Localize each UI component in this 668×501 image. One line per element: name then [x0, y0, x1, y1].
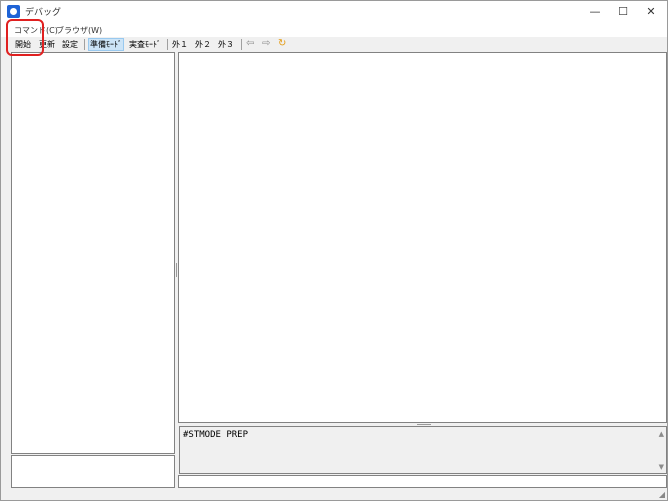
tree-panel[interactable] — [11, 52, 175, 454]
window-title: デバッグ — [25, 8, 62, 18]
exec-mode-button[interactable]: 実査ﾓｰﾄﾞ — [128, 38, 162, 51]
out1-button[interactable]: 外１ — [171, 38, 189, 51]
app-icon — [7, 5, 20, 18]
toolbar-separator — [167, 39, 168, 50]
vertical-splitter[interactable] — [176, 263, 177, 277]
scroll-down-icon[interactable]: ▼ — [659, 463, 664, 471]
log-panel[interactable]: #STMODE PREP ▲ ▼ — [179, 426, 667, 474]
sub-panel[interactable] — [11, 455, 175, 488]
out3-button[interactable]: 外３ — [217, 38, 235, 51]
toolbar-separator — [84, 39, 85, 50]
debug-window: デバッグ — ☐ ✕ コマンド(C) ブラウザ(W) 開始 更新 設定 準備ﾓｰ… — [0, 0, 668, 501]
close-button[interactable]: ✕ — [635, 1, 667, 23]
log-text: #STMODE PREP — [183, 430, 249, 440]
resize-grip-icon[interactable]: ◢ — [659, 490, 665, 499]
toolbar-separator — [241, 39, 242, 50]
browser-panel[interactable] — [178, 52, 667, 423]
out2-button[interactable]: 外２ — [194, 38, 212, 51]
forward-arrow-icon[interactable]: ⇨ — [262, 38, 270, 49]
refresh-icon[interactable]: ↻ — [278, 38, 286, 49]
highlight-annotation — [6, 19, 44, 56]
settings-button[interactable]: 設定 — [61, 38, 79, 51]
prep-mode-button[interactable]: 準備ﾓｰﾄﾞ — [88, 38, 124, 51]
command-input[interactable] — [178, 475, 667, 488]
menu-browser[interactable]: ブラウザ(W) — [56, 25, 102, 36]
status-bar: ◢ — [1, 489, 667, 500]
back-arrow-icon[interactable]: ⇦ — [246, 38, 254, 49]
menu-bar: コマンド(C) ブラウザ(W) — [1, 23, 667, 37]
title-bar: デバッグ — ☐ ✕ — [1, 1, 667, 23]
scroll-up-icon[interactable]: ▲ — [659, 430, 664, 438]
horizontal-splitter[interactable] — [417, 424, 431, 425]
toolbar: 開始 更新 設定 準備ﾓｰﾄﾞ 実査ﾓｰﾄﾞ 外１ 外２ 外３ ⇦ ⇨ ↻ — [1, 37, 667, 52]
